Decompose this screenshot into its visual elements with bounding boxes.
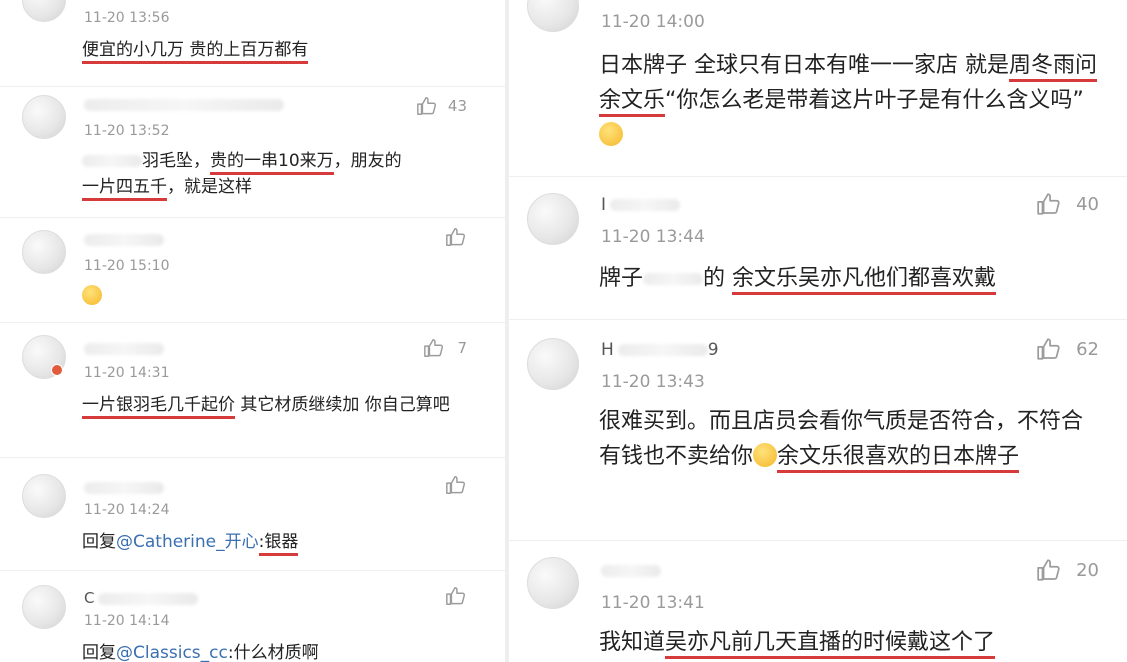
comment-time: 11-20 15:10 xyxy=(84,258,170,274)
thumbs-up-icon xyxy=(445,585,467,607)
left-comment-panel: 11-20 13:56 便宜的小几万 贵的上百万都有 43 11-20 13:5… xyxy=(0,0,505,662)
comment-time: 11-20 13:52 xyxy=(84,123,170,139)
comment-text: 回复@Catherine_开心:银器 xyxy=(82,530,482,556)
avatar[interactable] xyxy=(22,335,66,379)
comment-item: 7 11-20 14:31 一片银羽毛几千起价 其它材质继续加 你自己算吧 xyxy=(0,323,505,457)
comment-item: I 40 11-20 13:44 牌子的 余文乐吴亦凡他们都喜欢戴 xyxy=(509,177,1127,319)
comment-time: 11-20 13:41 xyxy=(601,593,705,613)
thumbs-up-icon xyxy=(423,337,445,359)
dizzy-emoji-icon xyxy=(82,285,102,305)
comment-item: 11-20 13:56 便宜的小几万 贵的上百万都有 xyxy=(0,0,505,85)
like-button[interactable]: 20 xyxy=(1036,557,1099,583)
user-mention[interactable]: @Catherine_开心 xyxy=(116,532,259,552)
comment-text: 羽毛坠，贵的一串10来万，朋友的 一片四五千，就是这样 xyxy=(82,149,482,201)
comment-item: 43 11-20 13:52 羽毛坠，贵的一串10来万，朋友的 一片四五千，就是这… xyxy=(0,87,505,217)
like-button[interactable]: 40 xyxy=(1036,191,1099,217)
username[interactable]: I xyxy=(601,195,681,215)
comment-text: 日本牌子 全球只有日本有唯一一家店 就是周冬雨问余文乐“你怎么老是带着这片叶子是… xyxy=(599,48,1099,154)
comment-item: 11-20 14:24 回复@Catherine_开心:银器 xyxy=(0,458,505,570)
comment-item: C 11-20 14:14 回复@Classics_cc:什么材质啊 xyxy=(0,571,505,662)
like-button[interactable]: 43 xyxy=(416,95,467,117)
avatar[interactable] xyxy=(22,95,66,139)
comment-time: 11-20 13:44 xyxy=(601,227,705,247)
username[interactable]: C xyxy=(84,589,199,607)
comment-text: 便宜的小几万 贵的上百万都有 xyxy=(82,38,482,64)
avatar[interactable] xyxy=(22,0,66,22)
thumbs-up-icon xyxy=(1036,191,1062,217)
like-button[interactable]: 62 xyxy=(1036,336,1099,362)
avatar[interactable] xyxy=(527,193,579,245)
comment-text xyxy=(82,284,482,310)
comment-time: 11-20 13:56 xyxy=(84,10,170,26)
thumbs-up-icon xyxy=(416,95,438,117)
username[interactable] xyxy=(84,230,164,248)
comment-time: 11-20 14:24 xyxy=(84,502,170,518)
avatar[interactable] xyxy=(527,0,579,32)
comment-item: 11-20 14:00 日本牌子 全球只有日本有唯一一家店 就是周冬雨问余文乐“… xyxy=(509,0,1127,176)
user-mention[interactable]: @Classics_cc xyxy=(116,643,228,662)
badge-icon xyxy=(51,364,63,376)
like-count: 7 xyxy=(457,339,467,357)
comment-text: 回复@Classics_cc:什么材质啊 xyxy=(82,643,319,662)
like-count: 40 xyxy=(1076,193,1099,215)
like-button[interactable] xyxy=(445,226,467,248)
username[interactable]: H9 xyxy=(601,340,719,360)
like-button[interactable] xyxy=(445,585,467,607)
avatar[interactable] xyxy=(527,338,579,390)
thumbs-up-icon xyxy=(445,474,467,496)
avatar[interactable] xyxy=(22,474,66,518)
like-count: 62 xyxy=(1076,338,1099,360)
avatar[interactable] xyxy=(22,585,66,629)
hug-emoji-icon xyxy=(753,443,778,468)
comment-item: 20 11-20 13:41 我知道吴亦凡前几天直播的时候戴这个了 xyxy=(509,541,1127,662)
right-comment-panel: 11-20 14:00 日本牌子 全球只有日本有唯一一家店 就是周冬雨问余文乐“… xyxy=(505,0,1127,662)
comment-text: 牌子的 余文乐吴亦凡他们都喜欢戴 xyxy=(599,261,1099,296)
comment-time: 11-20 13:43 xyxy=(601,372,705,392)
comment-text: 我知道吴亦凡前几天直播的时候戴这个了 xyxy=(599,625,1099,660)
thumbs-up-icon xyxy=(1036,336,1062,362)
like-count: 43 xyxy=(447,97,467,115)
avatar[interactable] xyxy=(527,557,579,609)
like-count: 20 xyxy=(1076,559,1099,581)
comment-item: 11-20 15:10 xyxy=(0,218,505,322)
like-button[interactable]: 7 xyxy=(423,337,467,359)
thumbs-up-icon xyxy=(445,226,467,248)
username[interactable] xyxy=(601,561,661,581)
like-button[interactable] xyxy=(445,474,467,496)
comment-time: 11-20 14:14 xyxy=(84,613,170,629)
username[interactable] xyxy=(84,339,164,357)
username[interactable] xyxy=(84,95,284,113)
thumbs-up-icon xyxy=(1036,557,1062,583)
avatar[interactable] xyxy=(22,230,66,274)
username[interactable] xyxy=(84,478,164,496)
comment-item: H9 62 11-20 13:43 很难买到。而且店员会看你气质是否符合，不符合… xyxy=(509,320,1127,540)
laughing-emoji-icon xyxy=(599,122,623,147)
comment-time: 11-20 14:00 xyxy=(601,12,705,32)
comment-text: 很难买到。而且店员会看你气质是否符合，不符合有钱也不卖给你 余文乐很喜欢的日本牌子 xyxy=(599,404,1099,474)
comment-time: 11-20 14:31 xyxy=(84,365,170,381)
comment-text: 一片银羽毛几千起价 其它材质继续加 你自己算吧 xyxy=(82,393,482,419)
